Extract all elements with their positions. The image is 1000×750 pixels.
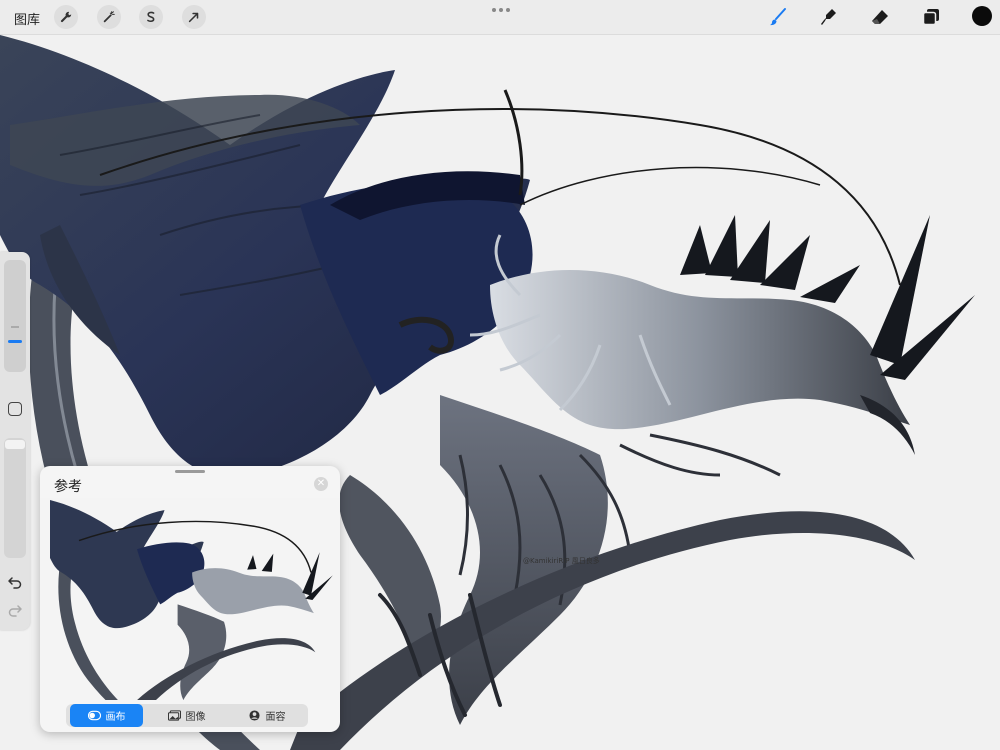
brush-opacity-slider[interactable] <box>4 438 26 558</box>
toggle-icon <box>87 710 101 721</box>
transform-button[interactable] <box>182 5 206 29</box>
brush-size-thumb[interactable] <box>5 336 25 346</box>
face-icon <box>248 710 260 721</box>
smudge-tool-button[interactable] <box>817 5 841 29</box>
actions-button[interactable] <box>54 5 78 29</box>
modify-button[interactable] <box>8 402 22 416</box>
left-sidebar <box>0 252 30 630</box>
smudge-finger-icon <box>821 9 836 25</box>
reference-mode-tabs: 画布 图像 面容 <box>66 704 308 727</box>
undo-arrow-icon[interactable] <box>7 574 23 590</box>
adjustments-button[interactable] <box>97 5 121 29</box>
tab-face[interactable]: 面容 <box>230 704 303 727</box>
layers-button[interactable] <box>919 5 943 29</box>
reference-panel[interactable]: 参考 ✕ 画布 图像 面容 <box>40 466 340 732</box>
selection-button[interactable] <box>139 5 163 29</box>
reference-title: 参考 <box>54 479 82 495</box>
brush-size-slider[interactable] <box>4 260 26 372</box>
artist-watermark: @KamikiriRIP 風日良多 <box>523 557 600 565</box>
eraser-tool-button[interactable] <box>868 5 892 29</box>
redo-arrow-icon[interactable] <box>7 602 23 618</box>
eraser-icon <box>872 10 888 24</box>
brush-icon <box>770 8 786 26</box>
wrench-icon <box>60 11 72 23</box>
slider-tick <box>11 326 19 328</box>
layers-icon <box>922 9 939 26</box>
color-picker-button[interactable] <box>972 6 992 26</box>
reference-thumbnail <box>40 498 340 700</box>
panel-drag-handle[interactable] <box>175 470 205 473</box>
brush-opacity-thumb[interactable] <box>5 440 25 449</box>
close-x-icon[interactable]: ✕ <box>314 477 328 491</box>
magic-wand-icon <box>103 11 115 23</box>
top-toolbar: 图库 <box>0 0 1000 35</box>
brush-tool-button[interactable] <box>766 5 790 29</box>
tab-canvas[interactable]: 画布 <box>70 704 143 727</box>
more-handle[interactable] <box>492 8 510 14</box>
tab-image[interactable]: 图像 <box>150 704 223 727</box>
arrow-cursor-icon <box>188 12 199 23</box>
gallery-button[interactable]: 图库 <box>14 9 40 28</box>
selection-s-icon <box>147 11 155 23</box>
image-icon <box>167 710 181 721</box>
